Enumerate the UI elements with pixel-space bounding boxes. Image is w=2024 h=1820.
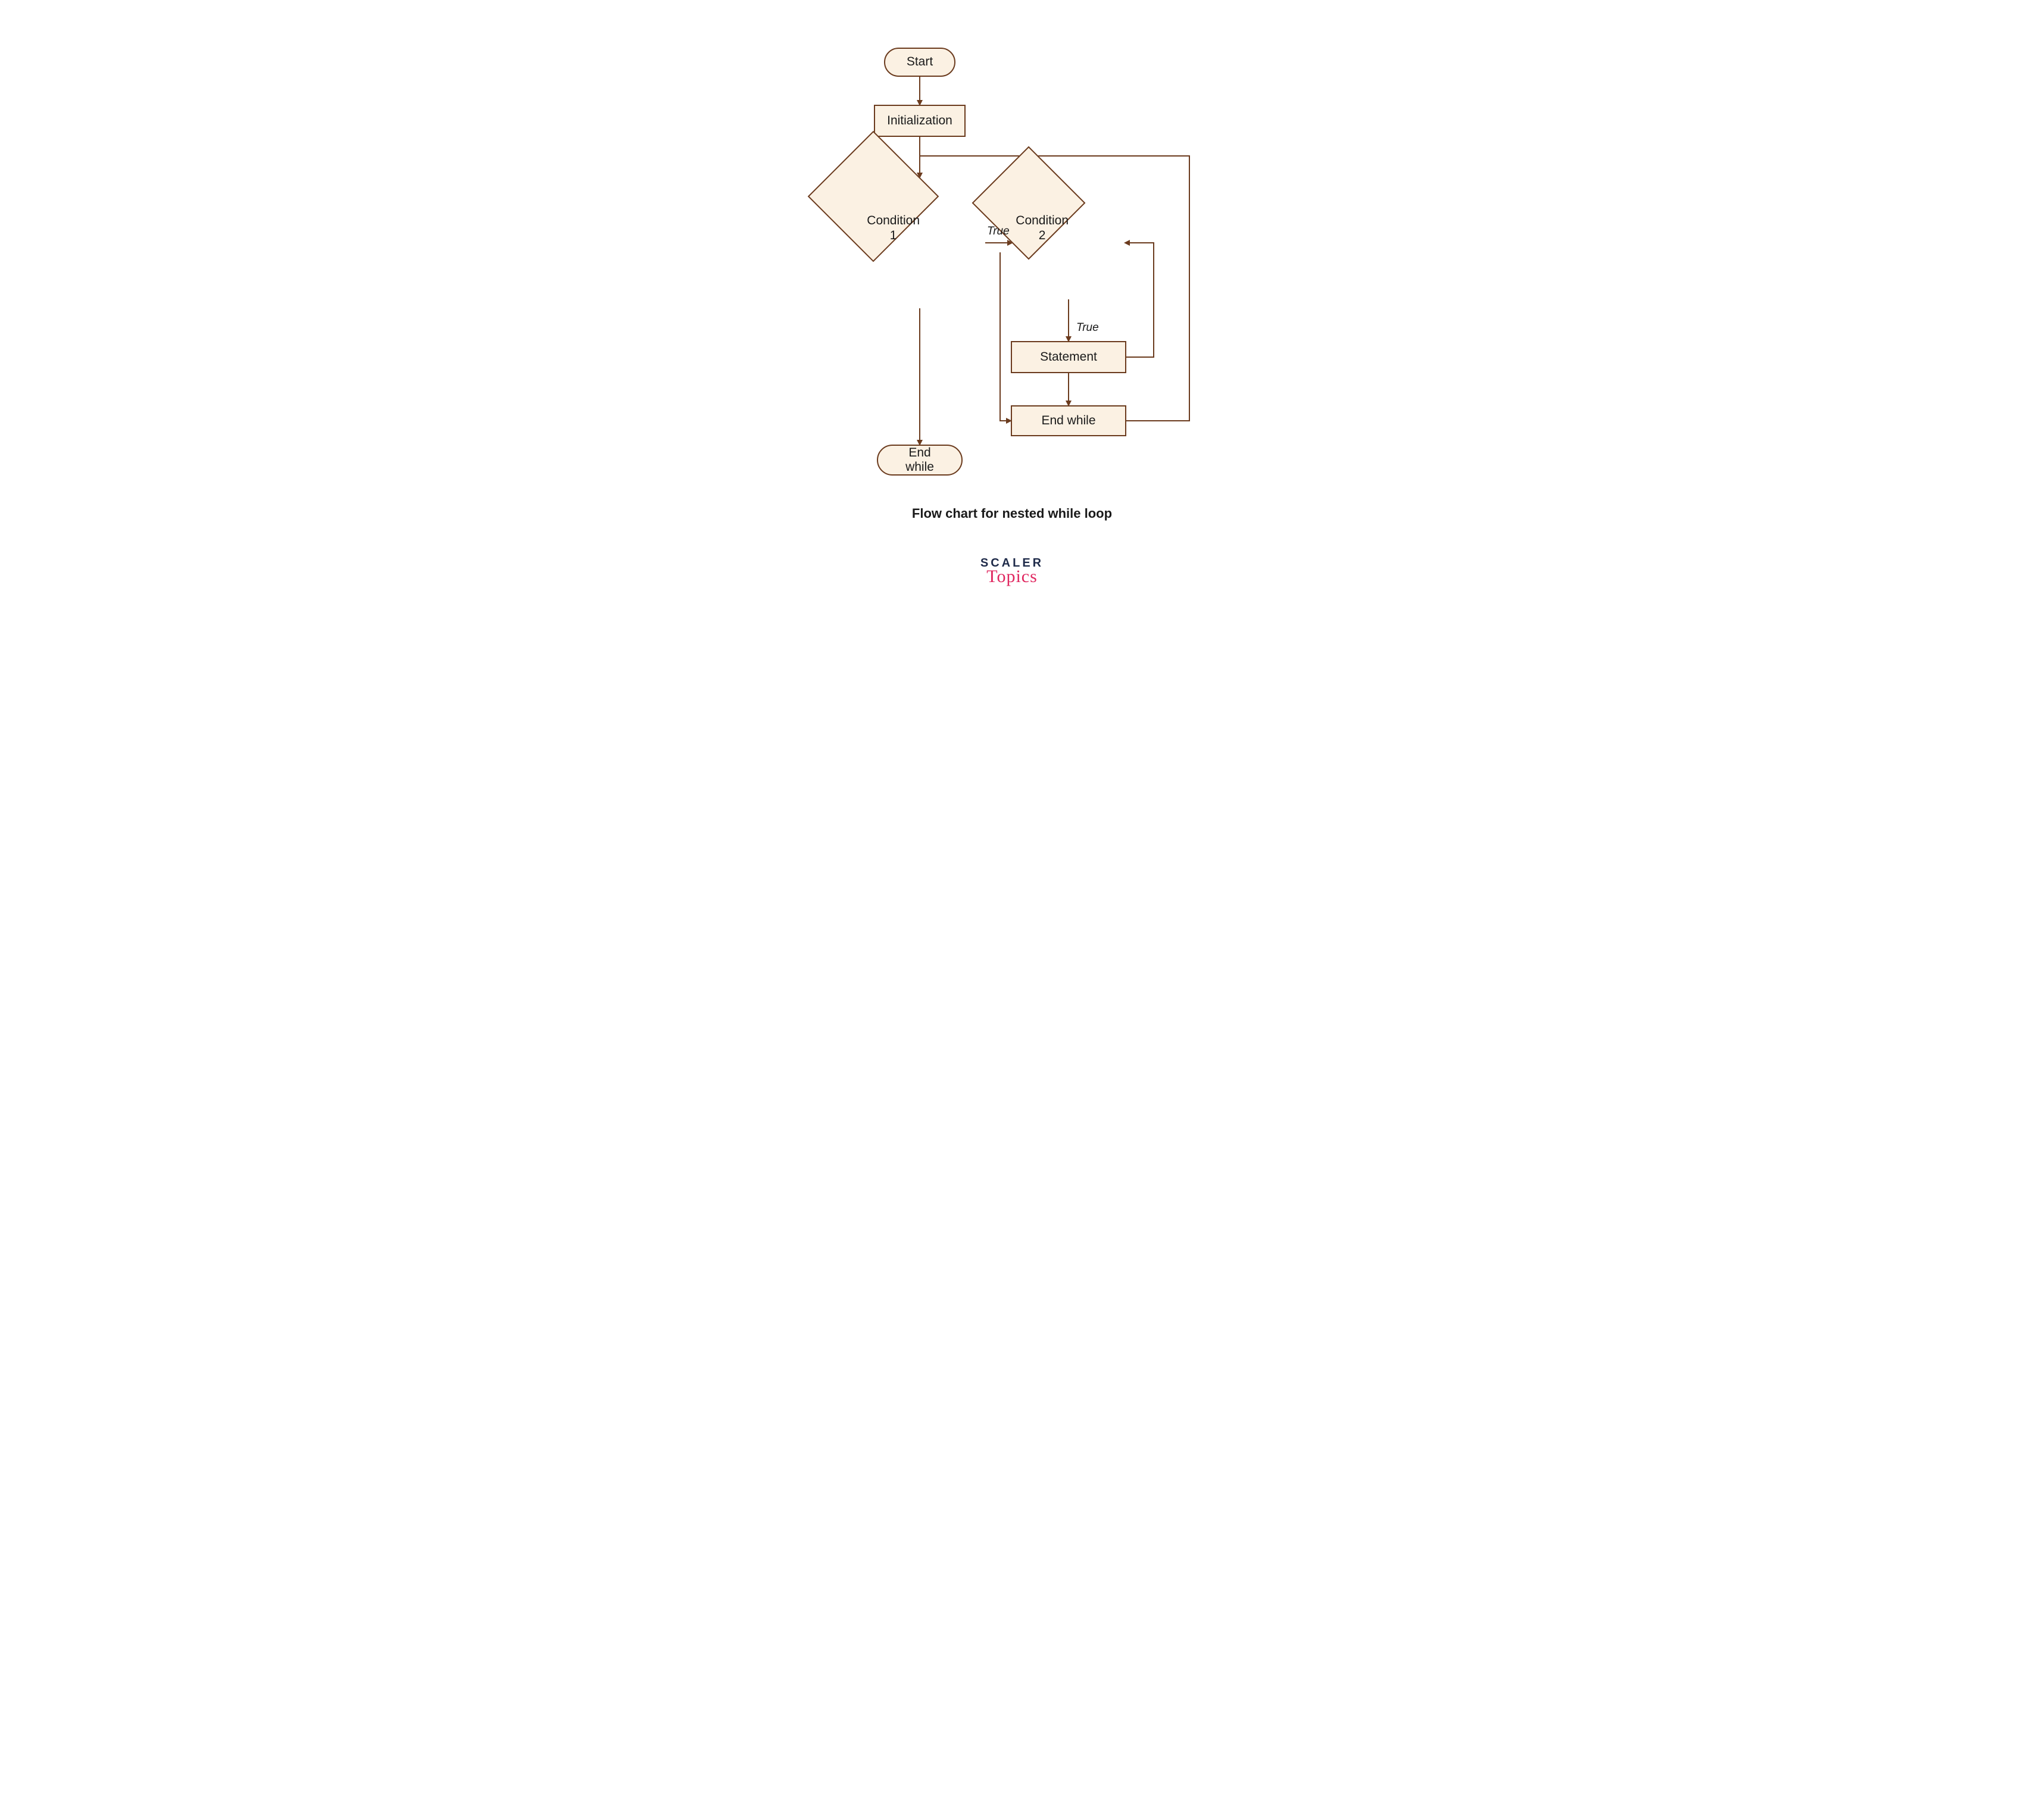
start-terminator: Start (884, 48, 955, 77)
start-label: Start (907, 55, 933, 69)
end-while-outer-label: End while (894, 446, 946, 474)
initialization-label: Initialization (887, 114, 952, 128)
end-while-inner-process: End while (1011, 405, 1126, 436)
initialization-process: Initialization (874, 105, 966, 137)
end-while-inner-label: End while (1041, 414, 1095, 428)
flowchart-canvas: Start Initialization Condition 1 Conditi… (661, 0, 1363, 633)
diagram-caption: Flow chart for nested while loop (661, 506, 1363, 521)
edge-label-cond1-true: True (987, 225, 1010, 238)
statement-label: Statement (1040, 350, 1097, 364)
brand-logo: SCALER Topics (661, 556, 1363, 587)
edge-label-cond2-true: True (1076, 321, 1099, 334)
statement-process: Statement (1011, 341, 1126, 373)
end-while-outer-terminator: End while (877, 445, 963, 476)
brand-line2: Topics (661, 567, 1363, 587)
condition-1-label: Condition 1 (867, 213, 920, 243)
flowchart-edges (661, 0, 1363, 633)
condition-2-label: Condition 2 (1016, 213, 1069, 243)
